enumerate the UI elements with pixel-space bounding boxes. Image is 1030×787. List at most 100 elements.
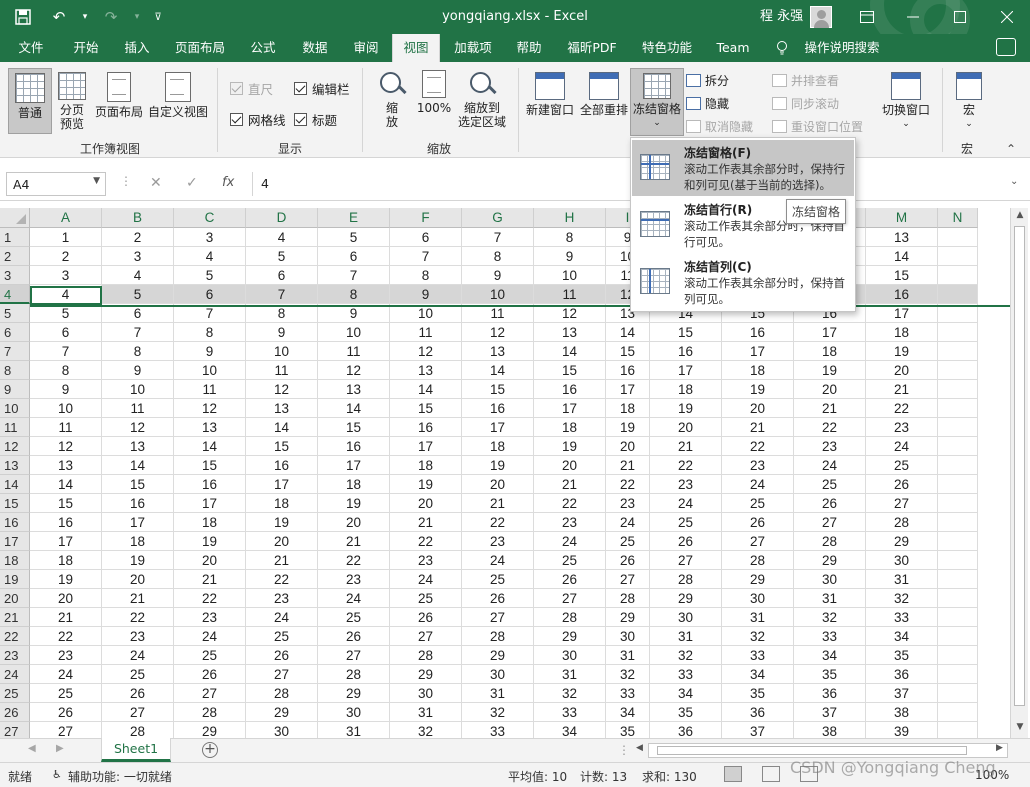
cell-n20[interactable] [938, 589, 978, 608]
cell-l17[interactable]: 28 [794, 532, 866, 551]
cell-a7[interactable]: 7 [30, 342, 102, 361]
cell-d25[interactable]: 28 [246, 684, 318, 703]
cell-g16[interactable]: 22 [462, 513, 534, 532]
headings-checkbox[interactable]: 标题 [294, 110, 337, 129]
cell-b12[interactable]: 13 [102, 437, 174, 456]
column-header-m[interactable]: M [866, 208, 938, 228]
cell-g2[interactable]: 8 [462, 247, 534, 266]
column-header-c[interactable]: C [174, 208, 246, 228]
cell-b19[interactable]: 20 [102, 570, 174, 589]
cell-g20[interactable]: 26 [462, 589, 534, 608]
reset-position-button[interactable]: 重设窗口位置 [772, 118, 863, 135]
cell-n17[interactable] [938, 532, 978, 551]
cell-m22[interactable]: 34 [866, 627, 938, 646]
collapse-ribbon-icon[interactable]: ⌃ [1006, 142, 1016, 156]
cell-e19[interactable]: 23 [318, 570, 390, 589]
scroll-up-icon[interactable]: ▲ [1014, 210, 1026, 222]
cell-n27[interactable] [938, 722, 978, 738]
cell-e27[interactable]: 31 [318, 722, 390, 738]
cell-n4[interactable] [938, 285, 978, 304]
unhide-button[interactable]: 取消隐藏 [686, 118, 753, 135]
cell-h13[interactable]: 20 [534, 456, 606, 475]
cell-k21[interactable]: 31 [722, 608, 794, 627]
redo-icon[interactable]: ↷ [96, 0, 126, 34]
cell-d22[interactable]: 25 [246, 627, 318, 646]
cell-d17[interactable]: 20 [246, 532, 318, 551]
zoom-button[interactable]: 缩 放 [374, 70, 410, 129]
formula-bar-checkbox[interactable]: 编辑栏 [294, 79, 350, 98]
cell-e3[interactable]: 7 [318, 266, 390, 285]
cell-j17[interactable]: 26 [650, 532, 722, 551]
cell-a23[interactable]: 23 [30, 646, 102, 665]
cell-g25[interactable]: 31 [462, 684, 534, 703]
cell-c23[interactable]: 25 [174, 646, 246, 665]
cell-g7[interactable]: 13 [462, 342, 534, 361]
cell-e24[interactable]: 28 [318, 665, 390, 684]
cell-l21[interactable]: 32 [794, 608, 866, 627]
cell-d8[interactable]: 11 [246, 361, 318, 380]
cell-m25[interactable]: 37 [866, 684, 938, 703]
cell-i18[interactable]: 26 [606, 551, 650, 570]
cell-m6[interactable]: 18 [866, 323, 938, 342]
cell-k22[interactable]: 32 [722, 627, 794, 646]
cell-h20[interactable]: 27 [534, 589, 606, 608]
cell-e18[interactable]: 22 [318, 551, 390, 570]
cell-d3[interactable]: 6 [246, 266, 318, 285]
cell-f7[interactable]: 12 [390, 342, 462, 361]
cell-c19[interactable]: 21 [174, 570, 246, 589]
row-header-17[interactable]: 17 [0, 532, 30, 551]
cell-i19[interactable]: 27 [606, 570, 650, 589]
cell-h11[interactable]: 18 [534, 418, 606, 437]
cell-e2[interactable]: 6 [318, 247, 390, 266]
cell-g11[interactable]: 17 [462, 418, 534, 437]
cell-i27[interactable]: 35 [606, 722, 650, 738]
cell-d7[interactable]: 10 [246, 342, 318, 361]
cell-b6[interactable]: 7 [102, 323, 174, 342]
scroll-right-icon[interactable]: ▶ [996, 743, 1003, 753]
cell-j20[interactable]: 29 [650, 589, 722, 608]
cell-f11[interactable]: 16 [390, 418, 462, 437]
cell-d16[interactable]: 19 [246, 513, 318, 532]
cell-f13[interactable]: 18 [390, 456, 462, 475]
cell-b18[interactable]: 19 [102, 551, 174, 570]
cell-b21[interactable]: 22 [102, 608, 174, 627]
cell-j8[interactable]: 17 [650, 361, 722, 380]
row-header-5[interactable]: 5 [0, 304, 30, 323]
cell-j11[interactable]: 20 [650, 418, 722, 437]
cell-k25[interactable]: 35 [722, 684, 794, 703]
cell-m12[interactable]: 24 [866, 437, 938, 456]
cell-j14[interactable]: 23 [650, 475, 722, 494]
normal-view-status-icon[interactable] [724, 766, 742, 782]
cell-d23[interactable]: 26 [246, 646, 318, 665]
row-header-15[interactable]: 15 [0, 494, 30, 513]
row-header-3[interactable]: 3 [0, 266, 30, 285]
cell-b24[interactable]: 25 [102, 665, 174, 684]
cell-a14[interactable]: 14 [30, 475, 102, 494]
cell-c8[interactable]: 10 [174, 361, 246, 380]
cell-n7[interactable] [938, 342, 978, 361]
cell-e11[interactable]: 15 [318, 418, 390, 437]
cell-h27[interactable]: 34 [534, 722, 606, 738]
row-header-21[interactable]: 21 [0, 608, 30, 627]
cell-n18[interactable] [938, 551, 978, 570]
cell-g13[interactable]: 19 [462, 456, 534, 475]
cell-i11[interactable]: 19 [606, 418, 650, 437]
side-by-side-button[interactable]: 并排查看 [772, 72, 839, 89]
cell-e4[interactable]: 8 [318, 285, 390, 304]
cell-a1[interactable]: 1 [30, 228, 102, 247]
cell-g4[interactable]: 10 [462, 285, 534, 304]
cell-f8[interactable]: 13 [390, 361, 462, 380]
row-header-11[interactable]: 11 [0, 418, 30, 437]
cell-b15[interactable]: 16 [102, 494, 174, 513]
cell-h4[interactable]: 11 [534, 285, 606, 304]
tab-file[interactable]: 文件 [6, 34, 56, 62]
menu-item-freeze-panes[interactable]: 冻结窗格(F) 滚动工作表其余部分时，保持行和列可见(基于当前的选择)。 [632, 140, 854, 196]
cell-e26[interactable]: 30 [318, 703, 390, 722]
chevron-down-icon[interactable]: ▼ [93, 176, 100, 186]
cell-l26[interactable]: 37 [794, 703, 866, 722]
add-sheet-icon[interactable]: + [202, 742, 218, 758]
cell-e7[interactable]: 11 [318, 342, 390, 361]
cell-g21[interactable]: 27 [462, 608, 534, 627]
cell-d26[interactable]: 29 [246, 703, 318, 722]
cell-a20[interactable]: 20 [30, 589, 102, 608]
